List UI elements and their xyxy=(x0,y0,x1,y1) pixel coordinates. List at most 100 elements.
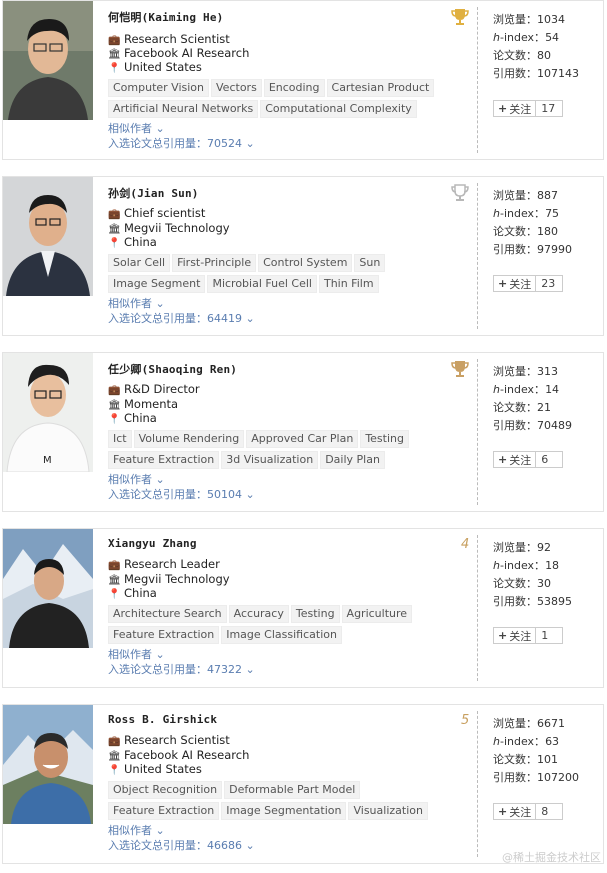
author-position: 💼 Research Scientist xyxy=(108,32,230,46)
author-name[interactable]: Ross B. Girshick xyxy=(108,713,217,726)
author-org: 🏛 Facebook AI Research xyxy=(108,46,250,60)
tag[interactable]: Computational Complexity xyxy=(260,100,417,118)
author-photo[interactable] xyxy=(3,1,93,120)
follow-button[interactable]: + 关注 6 xyxy=(493,451,563,468)
tag[interactable]: Thin Film xyxy=(318,275,379,293)
tag[interactable]: Image Segment xyxy=(108,275,206,293)
author-org: 🏛 Megvii Technology xyxy=(108,572,230,586)
tag[interactable]: First-Principle xyxy=(172,254,257,272)
total-citations-link[interactable]: 入选论文总引用量：70524 ⌄ xyxy=(108,135,255,151)
plus-icon: + xyxy=(498,453,508,466)
tag[interactable]: Sun xyxy=(354,254,386,272)
total-citations-link[interactable]: 入选论文总引用量：47322 ⌄ xyxy=(108,661,255,677)
author-name[interactable]: 任少卿(Shaoqing Ren) xyxy=(108,361,237,377)
location-pin-icon: 📍 xyxy=(108,765,121,776)
author-photo[interactable]: M xyxy=(3,353,93,472)
tag[interactable]: Volume Rendering xyxy=(133,430,245,448)
h-index: 18 xyxy=(545,559,560,572)
similar-authors-link[interactable]: 相似作者 ⌄ xyxy=(108,822,165,838)
tag[interactable]: Approved Car Plan xyxy=(246,430,359,448)
tag[interactable]: Control System xyxy=(258,254,353,272)
author-card[interactable]: 孙剑(Jian Sun) 💼 Chief scientist 🏛 Megvii Te… xyxy=(2,176,604,336)
gold-trophy-icon xyxy=(451,9,469,25)
tag[interactable]: Feature Extraction xyxy=(108,451,220,469)
citation-count: 107200 xyxy=(537,771,579,784)
tag[interactable]: Cartesian Product xyxy=(326,79,435,97)
author-photo[interactable] xyxy=(3,705,93,824)
chevron-down-icon: ⌄ xyxy=(245,488,255,501)
tag[interactable]: Daily Plan xyxy=(320,451,385,469)
similar-authors-link[interactable]: 相似作者 ⌄ xyxy=(108,120,165,136)
svg-text:M: M xyxy=(43,455,52,466)
h-index: 75 xyxy=(545,207,560,220)
author-card[interactable]: M 任少卿(Shaoqing Ren) 💼 R&D Director 🏛 Momen… xyxy=(2,352,604,512)
total-citations-link[interactable]: 入选论文总引用量：64419 ⌄ xyxy=(108,310,255,326)
tag[interactable]: Vectors xyxy=(211,79,262,97)
tag[interactable]: Accuracy xyxy=(228,605,289,623)
similar-authors-link[interactable]: 相似作者 ⌄ xyxy=(108,646,165,662)
tag[interactable]: Encoding xyxy=(263,79,325,97)
briefcase-icon: 💼 xyxy=(108,560,121,571)
tag[interactable]: 3d Visualization xyxy=(221,451,319,469)
total-citations-link[interactable]: 入选论文总引用量：46686 ⌄ xyxy=(108,837,255,853)
views-count: 6671 xyxy=(537,717,565,730)
follow-button[interactable]: + 关注 23 xyxy=(493,275,563,292)
author-photo[interactable] xyxy=(3,529,93,648)
author-name[interactable]: 何恺明(Kaiming He) xyxy=(108,9,223,25)
citation-count: 107143 xyxy=(537,67,579,80)
tag[interactable]: Testing xyxy=(290,605,340,623)
tag[interactable]: Object Recognition xyxy=(108,781,223,799)
divider xyxy=(477,7,478,153)
divider xyxy=(477,711,478,857)
tag-list: Object Recognition Deformable Part Model … xyxy=(108,781,448,823)
chevron-down-icon: ⌄ xyxy=(155,648,165,661)
tag[interactable]: Image Segmentation xyxy=(221,802,347,820)
tag[interactable]: Agriculture xyxy=(341,605,413,623)
similar-authors-link[interactable]: 相似作者 ⌄ xyxy=(108,471,165,487)
tag[interactable]: Image Classification xyxy=(221,626,342,644)
tag[interactable]: Solar Cell xyxy=(108,254,171,272)
chevron-down-icon: ⌄ xyxy=(245,312,255,325)
tag[interactable]: Deformable Part Model xyxy=(224,781,361,799)
author-country: 📍 China xyxy=(108,235,157,249)
views-count: 313 xyxy=(537,365,558,378)
author-card[interactable]: Xiangyu Zhang 💼 Research Leader 🏛 Megvii T… xyxy=(2,528,604,688)
plus-icon: + xyxy=(498,277,508,290)
briefcase-icon: 💼 xyxy=(108,385,121,396)
author-photo[interactable] xyxy=(3,177,93,296)
h-index: 63 xyxy=(545,735,560,748)
author-name[interactable]: 孙剑(Jian Sun) xyxy=(108,185,199,201)
tag[interactable]: Artificial Neural Networks xyxy=(108,100,259,118)
author-position: 💼 Chief scientist xyxy=(108,206,206,220)
rank-number: 5 xyxy=(461,713,470,728)
follow-count: 8 xyxy=(535,804,553,819)
author-org: 🏛 Momenta xyxy=(108,397,179,411)
briefcase-icon: 💼 xyxy=(108,209,121,220)
follow-button[interactable]: + 关注 1 xyxy=(493,627,563,644)
tag[interactable]: Visualization xyxy=(348,802,428,820)
tag[interactable]: Ict xyxy=(108,430,132,448)
divider xyxy=(477,359,478,505)
tag[interactable]: Feature Extraction xyxy=(108,802,220,820)
follow-count: 1 xyxy=(535,628,553,643)
author-country: 📍 United States xyxy=(108,60,202,74)
author-country: 📍 China xyxy=(108,411,157,425)
author-card[interactable]: 何恺明(Kaiming He) 💼 Research Scientist 🏛 Fac… xyxy=(2,0,604,160)
watermark: @稀土掘金技术社区 xyxy=(502,851,601,864)
paper-count: 180 xyxy=(537,225,558,238)
tag[interactable]: Testing xyxy=(360,430,409,448)
author-name[interactable]: Xiangyu Zhang xyxy=(108,537,197,550)
follow-button[interactable]: + 关注 17 xyxy=(493,100,563,117)
similar-authors-link[interactable]: 相似作者 ⌄ xyxy=(108,295,165,311)
author-card[interactable]: Ross B. Girshick 💼 Research Scientist 🏛 Fa… xyxy=(2,704,604,864)
tag[interactable]: Computer Vision xyxy=(108,79,210,97)
author-country: 📍 China xyxy=(108,586,157,600)
location-pin-icon: 📍 xyxy=(108,63,121,74)
tag[interactable]: Microbial Fuel Cell xyxy=(207,275,317,293)
follow-button[interactable]: + 关注 8 xyxy=(493,803,563,820)
total-citations-link[interactable]: 入选论文总引用量：50104 ⌄ xyxy=(108,486,255,502)
plus-icon: + xyxy=(498,102,508,115)
chevron-down-icon: ⌄ xyxy=(155,824,165,837)
tag[interactable]: Architecture Search xyxy=(108,605,227,623)
tag[interactable]: Feature Extraction xyxy=(108,626,220,644)
